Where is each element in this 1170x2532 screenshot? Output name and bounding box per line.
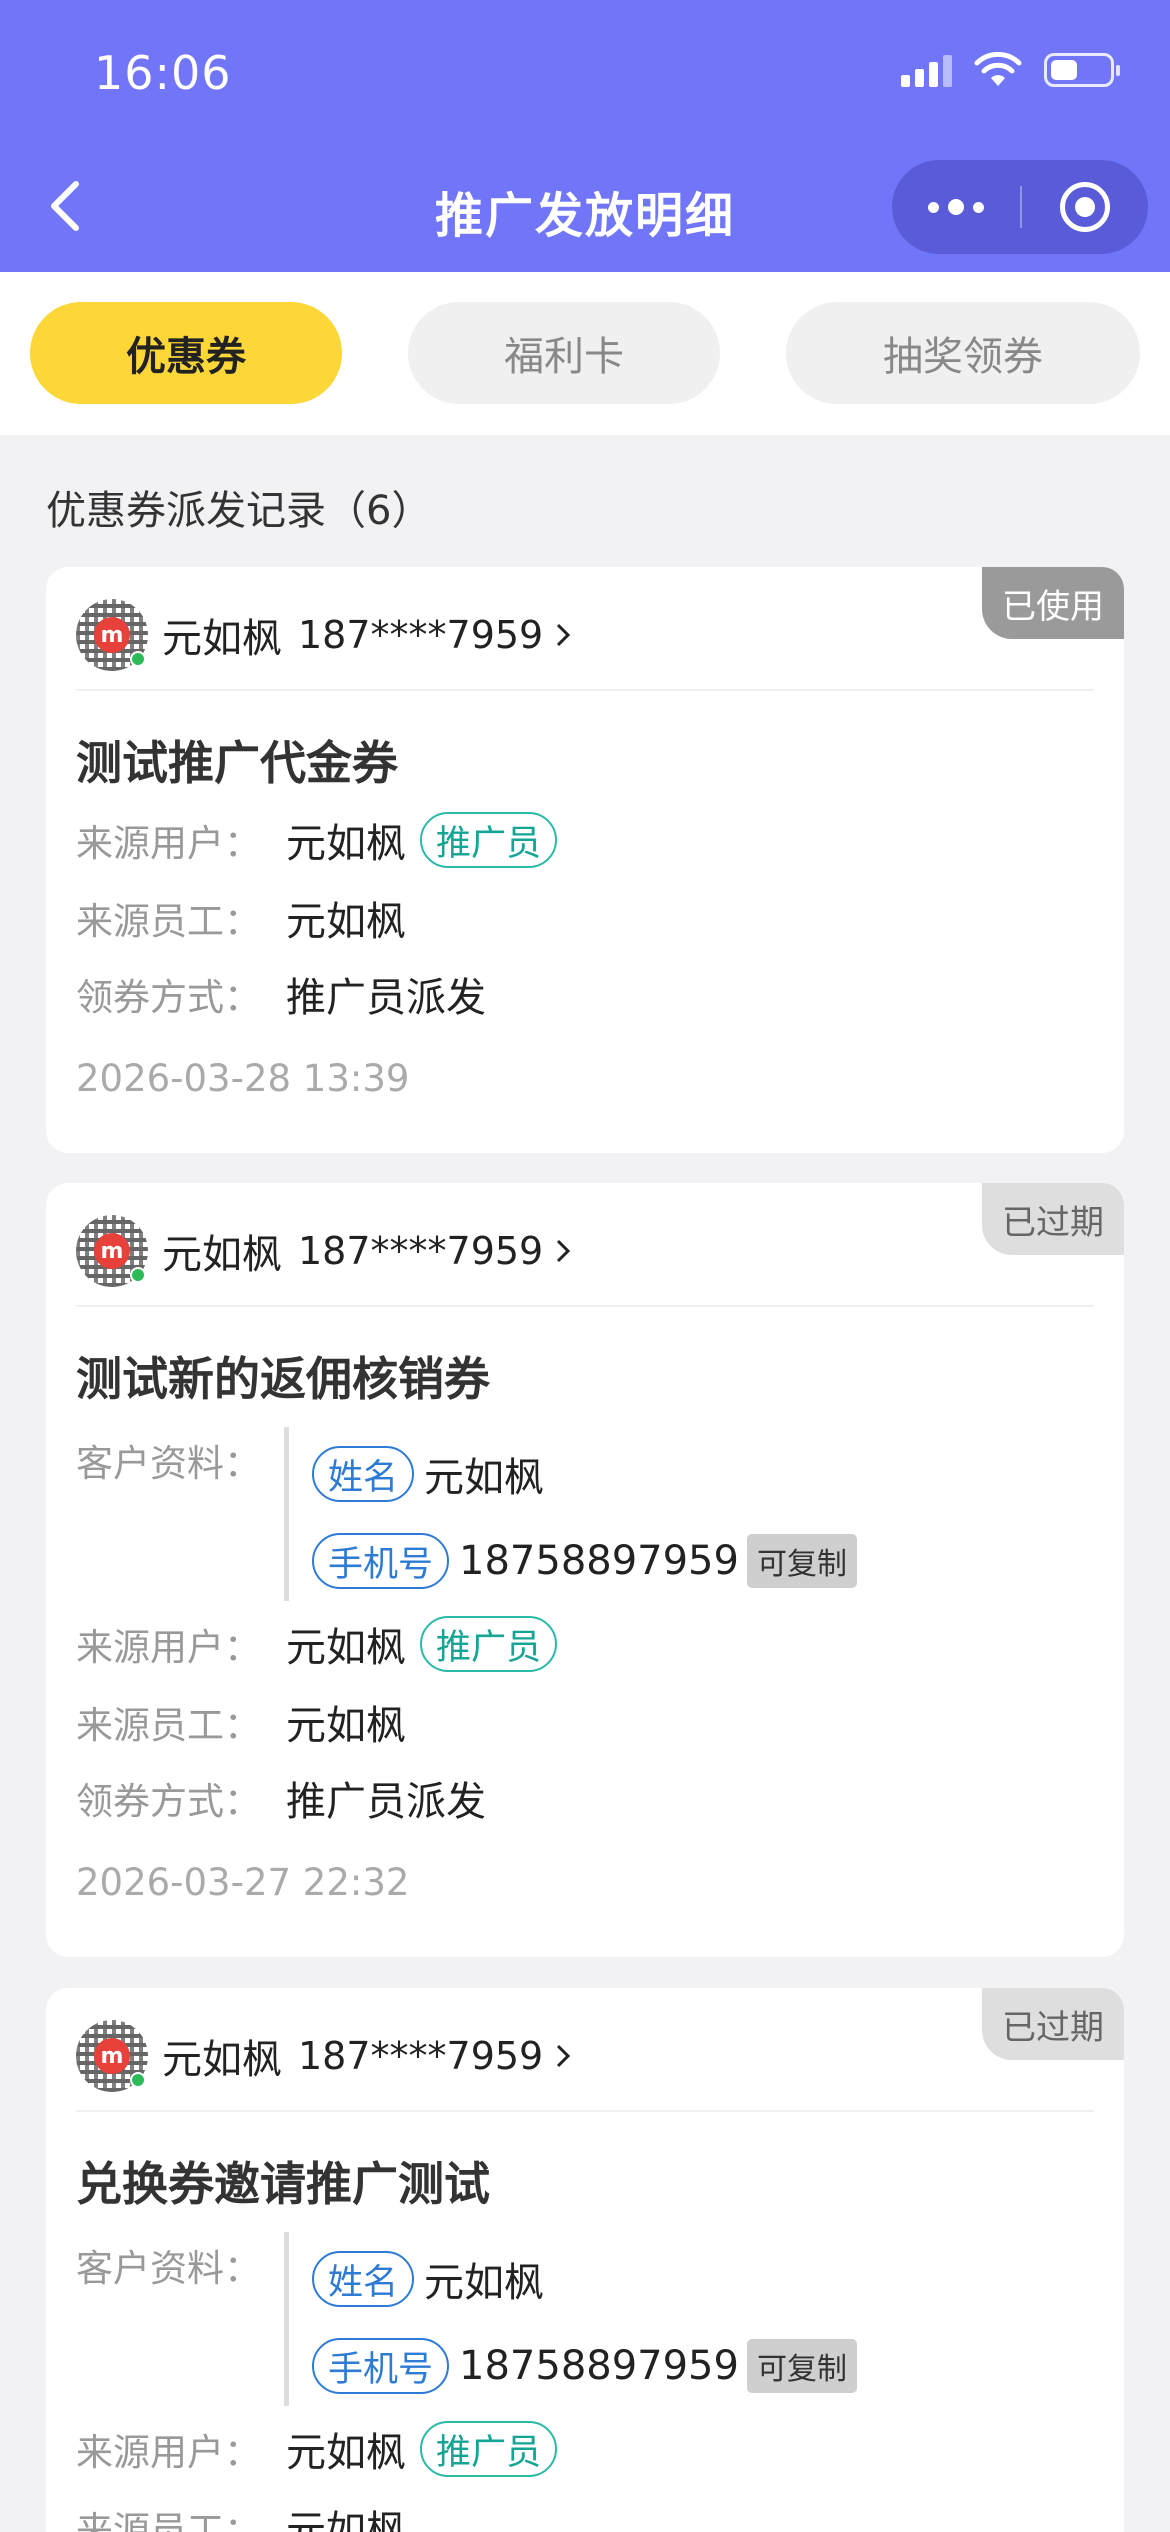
source-user-row: 来源用户： 元如枫 推广员 — [76, 811, 558, 869]
source-staff-label: 来源员工： — [76, 2509, 261, 2532]
profile-phone-row: 手机号 18758897959 可复制 — [312, 1533, 857, 1589]
user-phone: 187****7959 — [298, 1229, 544, 1273]
user-row[interactable]: m 元如枫 187****7959 — [76, 2020, 573, 2092]
user-phone: 187****7959 — [298, 2034, 544, 2078]
claim-method-label: 领券方式： — [76, 976, 261, 1019]
source-staff-label: 来源员工： — [76, 900, 261, 943]
source-staff-row: 来源员工： 元如枫 — [76, 889, 406, 947]
battery-icon — [1044, 53, 1120, 87]
user-name: 元如枫 — [162, 616, 282, 662]
phone-tag: 手机号 — [312, 1533, 450, 1589]
record-date: 2026-03-28 13:39 — [76, 1057, 410, 1100]
status-icons — [901, 52, 1120, 88]
avatar: m — [76, 2020, 148, 2092]
name-tag: 姓名 — [312, 1446, 415, 1502]
profile-name: 元如枫 — [424, 1455, 545, 1501]
top-bar: 16:06 推广发放明细 — [0, 0, 1170, 272]
avatar: m — [76, 1215, 148, 1287]
profile-name: 元如枫 — [424, 2260, 545, 2306]
claim-method-row: 领券方式： 推广员派发 — [76, 1769, 486, 1827]
divider — [76, 1305, 1094, 1307]
source-user-label: 来源用户： — [76, 2431, 261, 2474]
promoter-tag: 推广员 — [420, 812, 558, 868]
chevron-right-icon — [557, 623, 571, 647]
tab-coupon[interactable]: 优惠券 — [30, 302, 342, 404]
source-staff-row: 来源员工： 元如枫 — [76, 2498, 406, 2532]
source-user-value: 元如枫 — [286, 2430, 406, 2476]
section-title: 优惠券派发记录（6） — [46, 488, 432, 534]
record-date: 2026-03-27 22:32 — [76, 1861, 410, 1904]
record-card[interactable]: 已过期 m 元如枫 187****7959 测试新的返佣核销券 客户资料： 姓名… — [46, 1183, 1124, 1957]
avatar: m — [76, 599, 148, 671]
chevron-right-icon — [557, 1239, 571, 1263]
record-card[interactable]: 已使用 m 元如枫 187****7959 测试推广代金券 来源用户： 元如枫 … — [46, 567, 1124, 1153]
source-staff-value: 元如枫 — [286, 2508, 406, 2532]
coupon-name: 兑换券邀请推广测试 — [76, 2157, 490, 2211]
mini-program-capsule — [892, 160, 1148, 254]
profile-bar — [284, 2232, 289, 2406]
copy-button[interactable]: 可复制 — [746, 1534, 857, 1588]
source-staff-label: 来源员工： — [76, 1704, 261, 1747]
source-user-row: 来源用户： 元如枫 推广员 — [76, 2420, 558, 2478]
chevron-right-icon — [557, 2044, 571, 2068]
claim-method-row: 领券方式： 推广员派发 — [76, 965, 486, 1023]
name-tag: 姓名 — [312, 2251, 415, 2307]
profile-name-row: 姓名 元如枫 — [312, 2250, 544, 2308]
status-badge: 已过期 — [982, 1183, 1124, 1255]
divider — [76, 689, 1094, 691]
status-time: 16:06 — [94, 46, 232, 100]
tab-welfare-card[interactable]: 福利卡 — [408, 302, 720, 404]
profile-phone-row: 手机号 18758897959 可复制 — [312, 2338, 857, 2394]
customer-profile-label: 客户资料： — [76, 2247, 261, 2290]
claim-method-label: 领券方式： — [76, 1780, 261, 1823]
more-dots-icon[interactable] — [892, 199, 1020, 215]
promoter-tag: 推广员 — [420, 2421, 558, 2477]
source-staff-row: 来源员工： 元如枫 — [76, 1693, 406, 1751]
coupon-name: 测试新的返佣核销券 — [76, 1352, 490, 1406]
source-user-value: 元如枫 — [286, 821, 406, 867]
source-staff-value: 元如枫 — [286, 1703, 406, 1749]
customer-profile-label: 客户资料： — [76, 1442, 261, 1485]
promoter-tag: 推广员 — [420, 1616, 558, 1672]
profile-bar — [284, 1427, 289, 1601]
user-phone: 187****7959 — [298, 613, 544, 657]
profile-name-row: 姓名 元如枫 — [312, 1445, 544, 1503]
source-user-label: 来源用户： — [76, 822, 261, 865]
status-badge: 已过期 — [982, 1988, 1124, 2060]
claim-method-value: 推广员派发 — [286, 975, 486, 1021]
status-badge: 已使用 — [982, 567, 1124, 639]
source-staff-value: 元如枫 — [286, 899, 406, 945]
claim-method-value: 推广员派发 — [286, 1779, 486, 1825]
cellular-signal-icon — [901, 53, 952, 87]
user-row[interactable]: m 元如枫 187****7959 — [76, 1215, 573, 1287]
copy-button[interactable]: 可复制 — [746, 2339, 857, 2393]
record-card[interactable]: 已过期 m 元如枫 187****7959 兑换券邀请推广测试 客户资料： 姓名… — [46, 1988, 1124, 2532]
user-name: 元如枫 — [162, 1232, 282, 1278]
user-row[interactable]: m 元如枫 187****7959 — [76, 599, 573, 671]
source-user-value: 元如枫 — [286, 1625, 406, 1671]
tab-bar: 优惠券 福利卡 抽奖领券 — [0, 272, 1170, 435]
target-icon[interactable] — [1022, 182, 1148, 232]
coupon-name: 测试推广代金券 — [76, 736, 398, 790]
source-user-row: 来源用户： 元如枫 推广员 — [76, 1615, 558, 1673]
tab-lottery-coupon[interactable]: 抽奖领券 — [786, 302, 1140, 404]
profile-phone: 18758897959 — [459, 1538, 739, 1584]
phone-tag: 手机号 — [312, 2338, 450, 2394]
profile-phone: 18758897959 — [459, 2343, 739, 2389]
divider — [76, 2110, 1094, 2112]
user-name: 元如枫 — [162, 2037, 282, 2083]
wifi-icon — [974, 52, 1022, 86]
source-user-label: 来源用户： — [76, 1626, 261, 1669]
